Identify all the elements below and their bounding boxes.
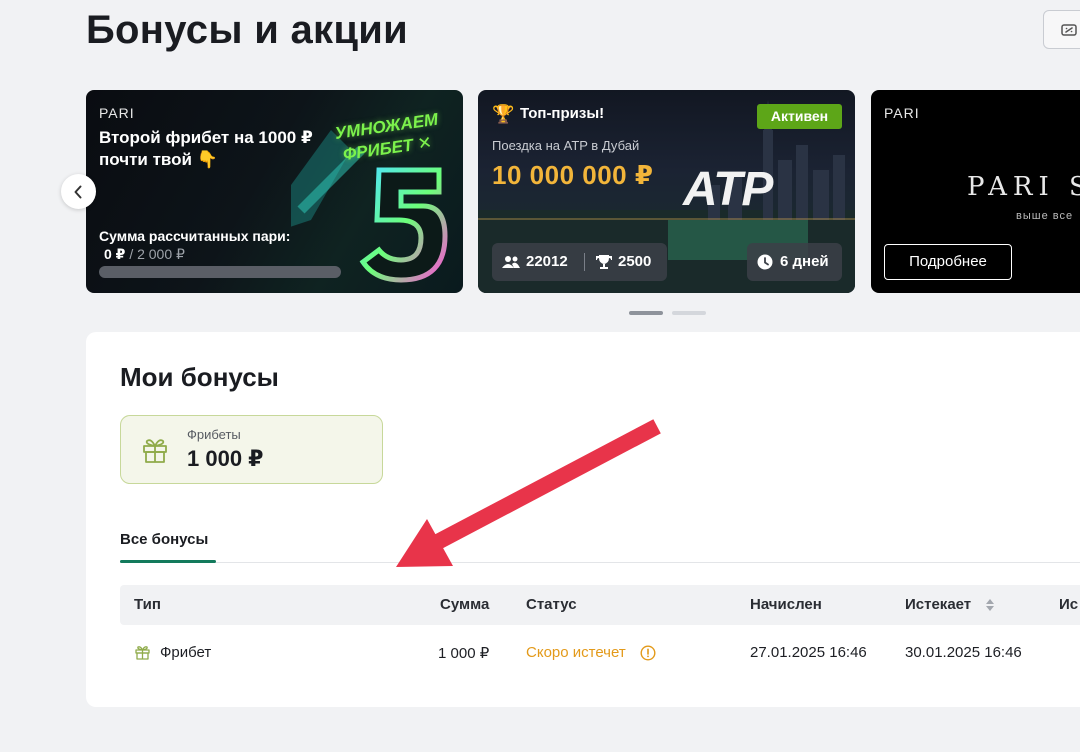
cup-icon [596,255,612,269]
status-badge: Активен [757,104,842,129]
card-title: Второй фрибет на 1000 ₽ почти твой 👇 [99,128,313,169]
cell-status: Скоро истечет [526,644,626,661]
page-title: Бонусы и акции [86,8,409,52]
atp-logo: ATP [683,163,773,216]
promo-card-freebet[interactable]: PARI Второй фрибет на 1000 ₽ почти твой … [86,90,463,293]
progress-total: 2 000 ₽ [137,246,185,262]
column-status: Статус [526,596,577,613]
promo-stats: 22012 2500 [492,243,667,281]
column-truncated: Ис [1059,596,1079,613]
gift-icon [135,646,150,660]
progress-separator: / [129,246,134,262]
days-left: 6 дней [747,243,842,281]
tabs-divider [120,562,1080,563]
cell-accrued: 27.01.2025 16:46 [750,644,867,661]
cell-amount: 1 000 ₽ [438,645,490,662]
progress-bar [99,266,341,278]
pari-sec-logo: PARI SÈC [967,172,1080,202]
chevron-left-icon [74,185,82,199]
table-header: Тип Сумма Статус Начислен Истекает Ис [120,585,1080,625]
days-left-text: 6 дней [780,253,829,270]
users-icon [502,256,520,268]
column-type: Тип [134,596,161,613]
column-amount: Сумма [440,596,490,613]
carousel-prev-button[interactable] [61,174,96,209]
summary-value: 1 000 ₽ [187,446,264,471]
cell-expires: 30.01.2025 16:46 [905,644,1022,661]
table-row: Фрибет 1 000 ₽ Скоро истечет 27.01.2025 … [120,633,1080,673]
sort-icon[interactable] [985,598,995,612]
prize-amount: 10 000 000 ₽ [492,160,654,190]
promo-card-pari-sec[interactable]: PARI PARI SÈC выше все Подробнее [871,90,1080,293]
clock-icon [757,254,773,270]
progress-current: 0 ₽ [104,246,126,262]
tab-all-bonuses[interactable]: Все бонусы [120,531,208,548]
card-tagline: выше все [1016,210,1074,222]
info-circle-icon[interactable] [640,645,656,661]
details-button[interactable]: Подробнее [884,244,1012,280]
section-title: Мои бонусы [120,362,279,392]
participants-count: 22012 [526,253,568,270]
progress-values: 0 ₽ / 2 000 ₽ [104,246,185,263]
promo-code-button[interactable] [1043,10,1080,49]
trophy-icon: 🏆 [492,104,515,124]
column-expires[interactable]: Истекает [905,596,971,613]
promo-card-top-prizes[interactable]: 🏆 Топ-призы! Активен Поездка на ATP в Ду… [478,90,855,293]
my-bonuses-panel: Мои бонусы Фрибеты 1 000 ₽ Все бонусы Ти… [86,332,1080,707]
active-tab-indicator [120,560,216,563]
carousel-dot-1[interactable] [629,311,663,315]
prizes-count: 2500 [618,253,652,270]
summary-label: Фрибеты [187,427,241,442]
card-brand: PARI [884,105,920,121]
freebets-summary-card: Фрибеты 1 000 ₽ [120,415,383,484]
gift-icon [143,439,167,463]
card-title: Топ-призы! [520,105,605,122]
stats-divider [584,253,585,271]
cell-type: Фрибет [160,644,212,661]
card-brand: PARI [99,105,135,121]
promo-code-icon [1061,24,1077,36]
card-subtitle: Поездка на ATP в Дубай [492,138,640,153]
progress-label: Сумма рассчитанных пари: [99,228,291,244]
column-accrued: Начислен [750,596,822,613]
carousel-dot-2[interactable] [672,311,706,315]
